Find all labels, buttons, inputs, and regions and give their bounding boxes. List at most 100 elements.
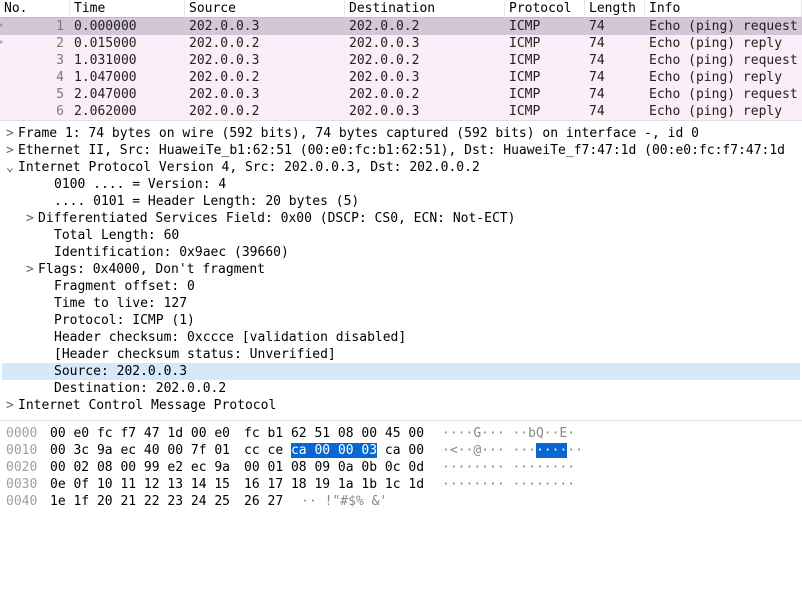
cell-len: 74 bbox=[585, 18, 645, 35]
detail-text: Source: 202.0.0.3 bbox=[54, 364, 187, 379]
cell-src: 202.0.0.3 bbox=[185, 86, 345, 103]
detail-text: Header checksum: 0xccce [validation disa… bbox=[54, 330, 406, 345]
cell-len: 74 bbox=[585, 103, 645, 120]
col-no[interactable]: No. bbox=[0, 0, 70, 18]
hex-bytes: 00 02 08 00 99 e2 ec 9a00 01 08 09 0a 0b… bbox=[50, 459, 424, 476]
cell-proto: ICMP bbox=[505, 103, 585, 120]
cell-dst: 202.0.0.3 bbox=[345, 35, 505, 52]
packet-bytes-pane: 000000 e0 fc f7 47 1d 00 e0fc b1 62 51 0… bbox=[0, 421, 802, 514]
cell-time: 0.000000 bbox=[70, 18, 185, 35]
caret-expanded-icon[interactable]: ⌄ bbox=[6, 159, 18, 176]
caret-collapsed-icon[interactable]: > bbox=[6, 397, 18, 414]
detail-text: 0100 .... = Version: 4 bbox=[54, 177, 226, 192]
detail-line[interactable]: Total Length: 60 bbox=[2, 227, 800, 244]
hex-row[interactable]: 002000 02 08 00 99 e2 ec 9a00 01 08 09 0… bbox=[6, 459, 796, 476]
hex-ascii: ········ ········ bbox=[424, 476, 575, 493]
detail-text: Total Length: 60 bbox=[54, 228, 179, 243]
cell-no: 4 bbox=[0, 69, 70, 86]
cell-dst: 202.0.0.3 bbox=[345, 103, 505, 120]
hex-row[interactable]: 00401e 1f 20 21 22 23 24 2526 27·· !"#$%… bbox=[6, 493, 796, 510]
hex-bytes: 00 3c 9a ec 40 00 7f 01cc ce ca 00 00 03… bbox=[50, 442, 424, 459]
col-length[interactable]: Length bbox=[585, 0, 645, 18]
cell-info: Echo (ping) reply bbox=[645, 103, 802, 120]
hex-row[interactable]: 001000 3c 9a ec 40 00 7f 01cc ce ca 00 0… bbox=[6, 442, 796, 459]
packet-list-pane: No. Time Source Destination Protocol Len… bbox=[0, 0, 802, 121]
detail-line[interactable]: [Header checksum status: Unverified] bbox=[2, 346, 800, 363]
cell-len: 74 bbox=[585, 52, 645, 69]
detail-text: .... 0101 = Header Length: 20 bytes (5) bbox=[54, 194, 359, 209]
cell-no: 5 bbox=[0, 86, 70, 103]
hex-ascii: ·· !"#$% &' bbox=[283, 493, 387, 510]
detail-text: [Header checksum status: Unverified] bbox=[54, 347, 336, 362]
cell-dst: 202.0.0.2 bbox=[345, 86, 505, 103]
detail-line[interactable]: >Internet Control Message Protocol bbox=[2, 397, 800, 414]
cell-proto: ICMP bbox=[505, 18, 585, 35]
hex-ascii: ····G··· ··bQ··E· bbox=[424, 425, 575, 442]
hex-row[interactable]: 000000 e0 fc f7 47 1d 00 e0fc b1 62 51 0… bbox=[6, 425, 796, 442]
detail-line[interactable]: Header checksum: 0xccce [validation disa… bbox=[2, 329, 800, 346]
cell-no: 3 bbox=[0, 52, 70, 69]
caret-collapsed-icon[interactable]: > bbox=[26, 210, 38, 227]
cell-no: 6 bbox=[0, 103, 70, 120]
col-protocol[interactable]: Protocol bbox=[505, 0, 585, 18]
caret-collapsed-icon[interactable]: > bbox=[26, 261, 38, 278]
hex-offset: 0020 bbox=[6, 459, 50, 476]
detail-line[interactable]: >Differentiated Services Field: 0x00 (DS… bbox=[2, 210, 800, 227]
detail-text: Differentiated Services Field: 0x00 (DSC… bbox=[38, 211, 515, 226]
detail-line[interactable]: ⌄Internet Protocol Version 4, Src: 202.0… bbox=[2, 159, 800, 176]
cell-src: 202.0.0.2 bbox=[185, 35, 345, 52]
cell-time: 2.062000 bbox=[70, 103, 185, 120]
detail-text: Flags: 0x4000, Don't fragment bbox=[38, 262, 265, 277]
ascii-selection: ···· bbox=[536, 443, 567, 458]
cell-proto: ICMP bbox=[505, 35, 585, 52]
detail-text: Identification: 0x9aec (39660) bbox=[54, 245, 289, 260]
col-time[interactable]: Time bbox=[70, 0, 185, 18]
detail-line[interactable]: .... 0101 = Header Length: 20 bytes (5) bbox=[2, 193, 800, 210]
packet-row[interactable]: 52.047000202.0.0.3202.0.0.2ICMP74Echo (p… bbox=[0, 86, 802, 103]
hex-bytes: 00 e0 fc f7 47 1d 00 e0fc b1 62 51 08 00… bbox=[50, 425, 424, 442]
packet-row[interactable]: 10.000000202.0.0.3202.0.0.2ICMP74Echo (p… bbox=[0, 18, 802, 35]
detail-text: Internet Protocol Version 4, Src: 202.0.… bbox=[18, 160, 480, 175]
hex-bytes: 1e 1f 20 21 22 23 24 2526 27 bbox=[50, 493, 283, 510]
cell-time: 0.015000 bbox=[70, 35, 185, 52]
detail-line[interactable]: Fragment offset: 0 bbox=[2, 278, 800, 295]
detail-text: Fragment offset: 0 bbox=[54, 279, 195, 294]
detail-text: Ethernet II, Src: HuaweiTe_b1:62:51 (00:… bbox=[18, 143, 785, 158]
detail-line[interactable]: >Flags: 0x4000, Don't fragment bbox=[2, 261, 800, 278]
cell-info: Echo (ping) reply bbox=[645, 69, 802, 86]
col-source[interactable]: Source bbox=[185, 0, 345, 18]
detail-line[interactable]: >Ethernet II, Src: HuaweiTe_b1:62:51 (00… bbox=[2, 142, 800, 159]
hex-ascii: ·<··@··· ········· bbox=[424, 442, 583, 459]
cell-info: Echo (ping) request bbox=[645, 18, 802, 35]
detail-line[interactable]: Identification: 0x9aec (39660) bbox=[2, 244, 800, 261]
cell-proto: ICMP bbox=[505, 86, 585, 103]
packet-row[interactable]: 62.062000202.0.0.2202.0.0.3ICMP74Echo (p… bbox=[0, 103, 802, 120]
packet-row[interactable]: 31.031000202.0.0.3202.0.0.2ICMP74Echo (p… bbox=[0, 52, 802, 69]
cell-dst: 202.0.0.2 bbox=[345, 18, 505, 35]
cell-info: Echo (ping) reply bbox=[645, 35, 802, 52]
col-destination[interactable]: Destination bbox=[345, 0, 505, 18]
detail-line[interactable]: 0100 .... = Version: 4 bbox=[2, 176, 800, 193]
detail-line[interactable]: Protocol: ICMP (1) bbox=[2, 312, 800, 329]
packet-row[interactable]: 41.047000202.0.0.2202.0.0.3ICMP74Echo (p… bbox=[0, 69, 802, 86]
cell-len: 74 bbox=[585, 35, 645, 52]
cell-src: 202.0.0.3 bbox=[185, 52, 345, 69]
cell-src: 202.0.0.2 bbox=[185, 69, 345, 86]
packet-details-pane: >Frame 1: 74 bytes on wire (592 bits), 7… bbox=[0, 121, 802, 421]
detail-line[interactable]: Source: 202.0.0.3 bbox=[2, 363, 800, 380]
col-info[interactable]: Info bbox=[645, 0, 802, 18]
detail-line[interactable]: Time to live: 127 bbox=[2, 295, 800, 312]
cell-dst: 202.0.0.2 bbox=[345, 52, 505, 69]
cell-time: 2.047000 bbox=[70, 86, 185, 103]
cell-no: 1 bbox=[0, 18, 70, 35]
packet-row[interactable]: 20.015000202.0.0.2202.0.0.3ICMP74Echo (p… bbox=[0, 35, 802, 52]
cell-info: Echo (ping) request bbox=[645, 52, 802, 69]
detail-text: Internet Control Message Protocol bbox=[18, 398, 276, 413]
hex-row[interactable]: 00300e 0f 10 11 12 13 14 1516 17 18 19 1… bbox=[6, 476, 796, 493]
caret-collapsed-icon[interactable]: > bbox=[6, 125, 18, 142]
hex-bytes: 0e 0f 10 11 12 13 14 1516 17 18 19 1a 1b… bbox=[50, 476, 424, 493]
caret-collapsed-icon[interactable]: > bbox=[6, 142, 18, 159]
detail-text: Protocol: ICMP (1) bbox=[54, 313, 195, 328]
detail-line[interactable]: Destination: 202.0.0.2 bbox=[2, 380, 800, 397]
detail-line[interactable]: >Frame 1: 74 bytes on wire (592 bits), 7… bbox=[2, 125, 800, 142]
